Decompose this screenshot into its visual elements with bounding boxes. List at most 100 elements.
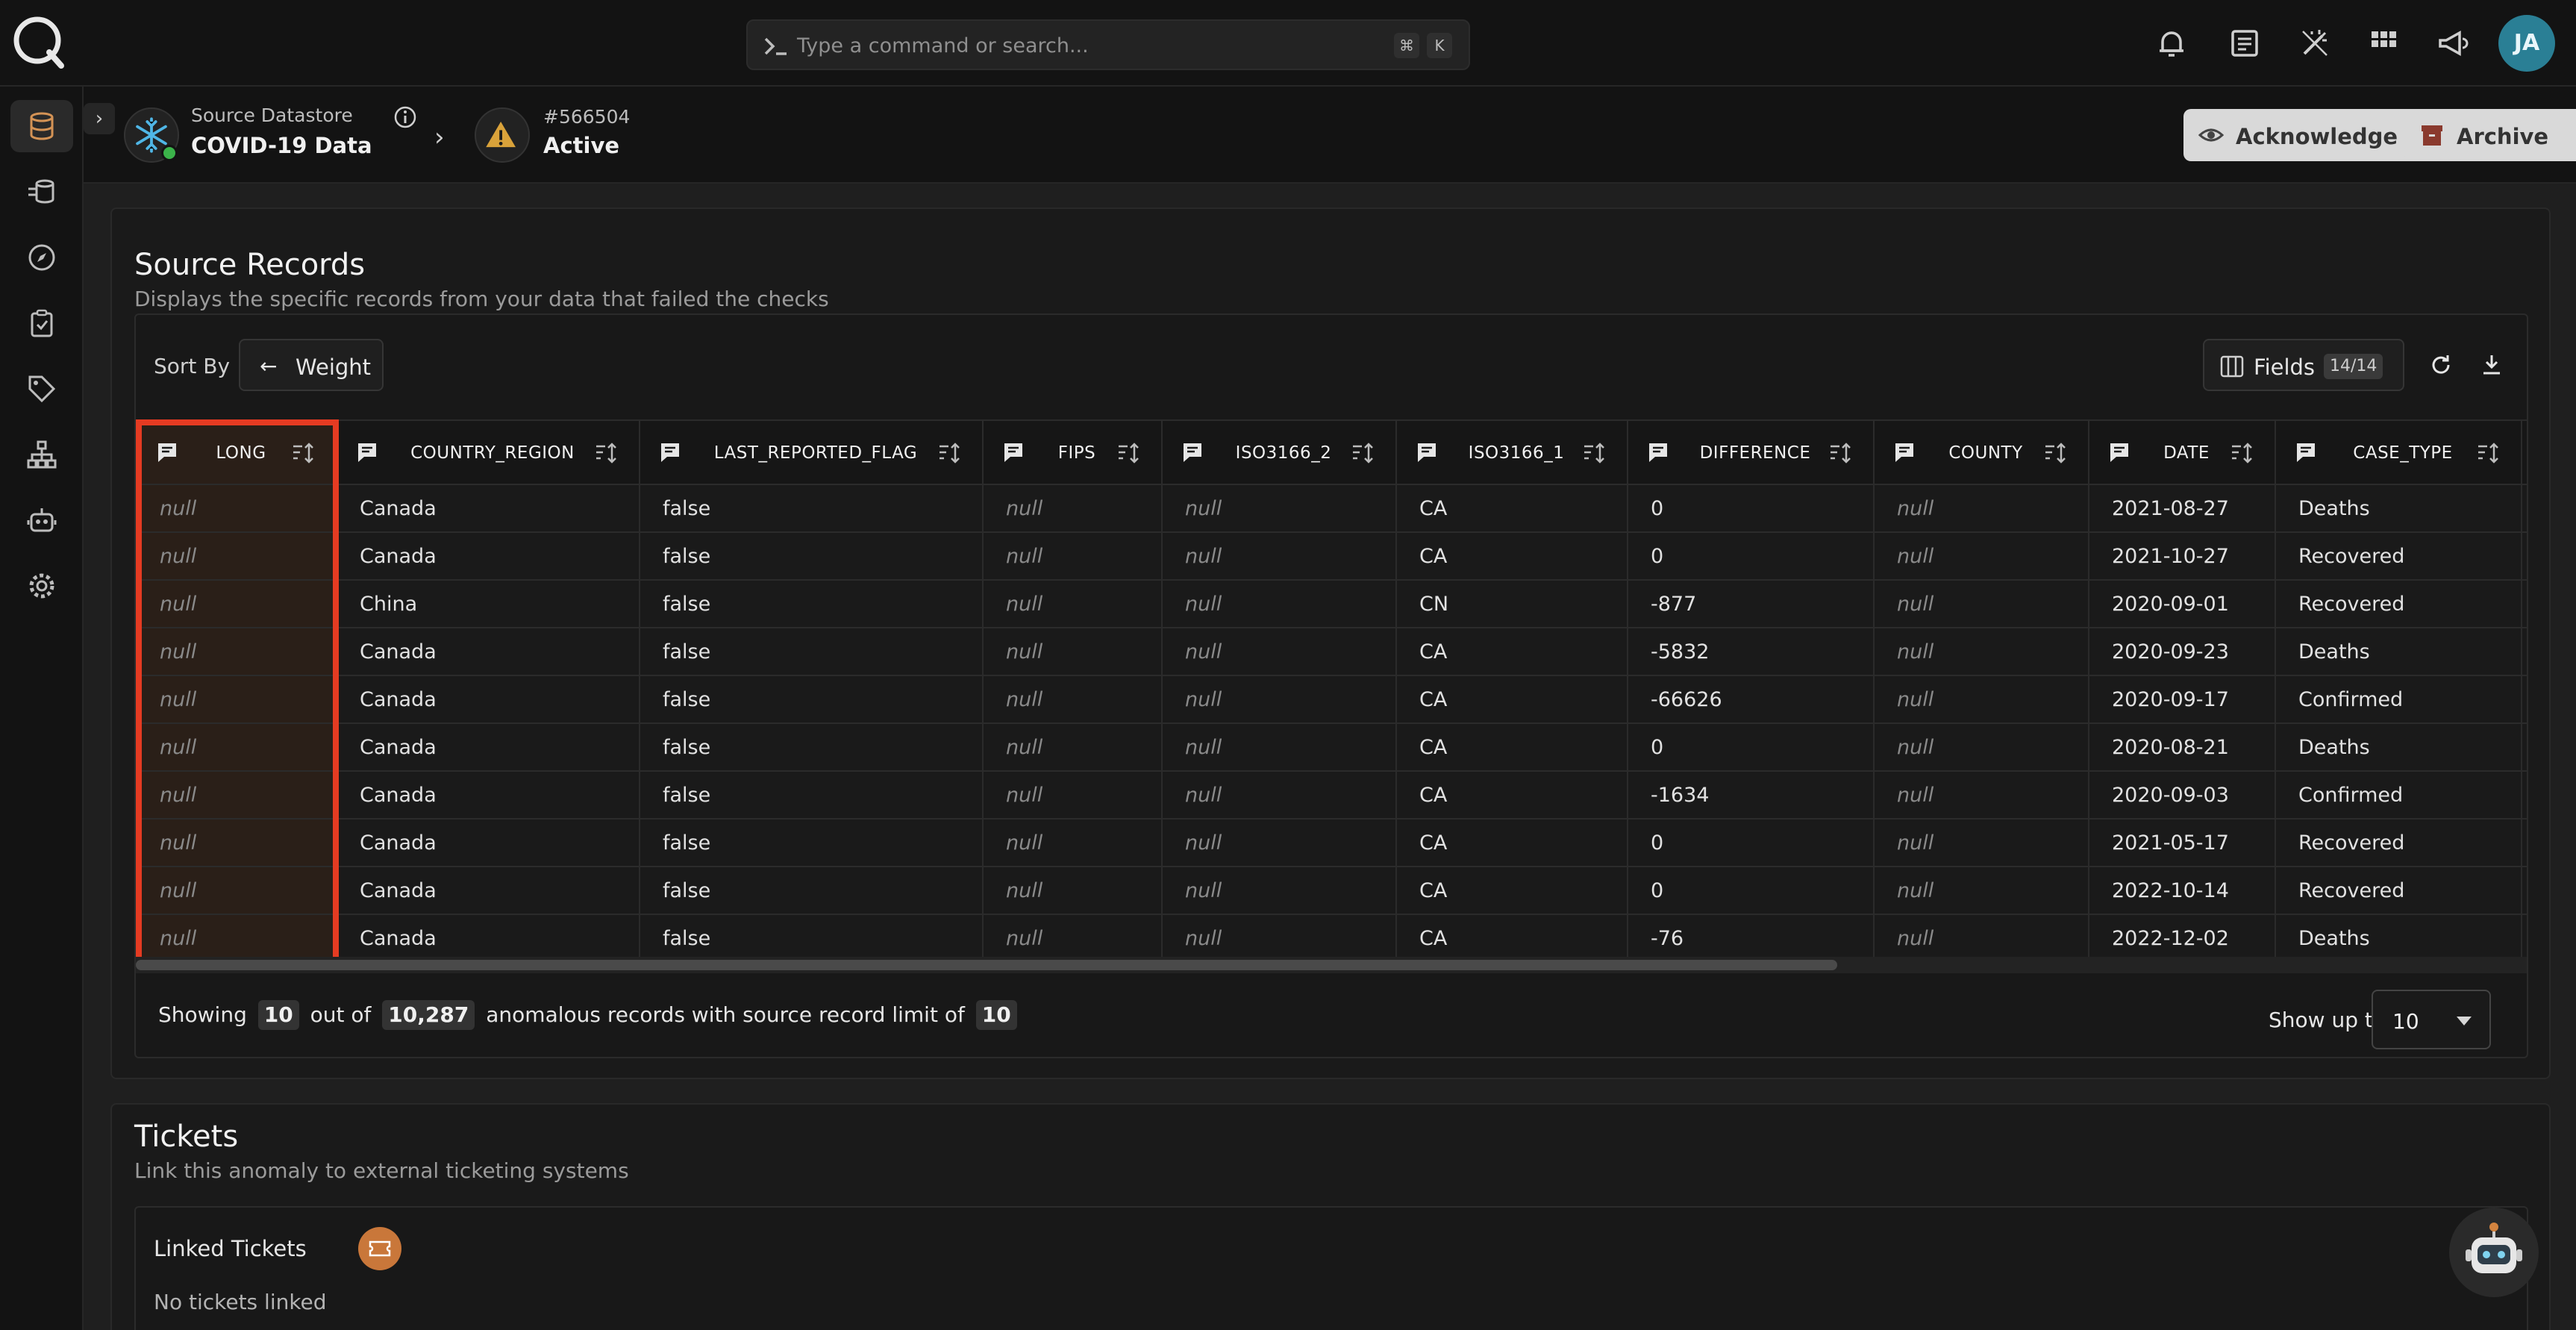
show-up-to-select[interactable]: 10: [2372, 990, 2491, 1049]
table-cell: false: [639, 531, 984, 581]
table-cell: Canada: [336, 627, 640, 676]
acknowledge-button[interactable]: Acknowledge: [2183, 109, 2439, 161]
table-cell: null: [982, 531, 1163, 581]
table-row[interactable]: null Canada false null null CA -66626 null 2020-…: [136, 675, 2527, 724]
table-cell: Canada: [336, 866, 640, 915]
app-logo-icon[interactable]: [10, 13, 67, 70]
table-cell: Canada: [336, 722, 640, 772]
magic-wand-icon[interactable]: [2297, 25, 2333, 61]
info-icon[interactable]: [393, 104, 418, 130]
sort-icon[interactable]: [2230, 440, 2255, 466]
column-header-country-region[interactable]: COUNTRY_REGION: [336, 419, 640, 485]
datastore-name-link[interactable]: COVID-19 Data: [191, 133, 372, 158]
sort-icon[interactable]: [1582, 440, 1607, 466]
table-cell: null: [1873, 484, 2089, 533]
table-row[interactable]: null Canada false null null CA -5832 null 2020-0…: [136, 627, 2527, 676]
terminal-icon: [764, 37, 787, 55]
bell-icon[interactable]: [2154, 25, 2189, 61]
table-cell-overflow: [2521, 675, 2527, 724]
sort-icon[interactable]: [1351, 440, 1376, 466]
table-row[interactable]: null Canada false null null CA -1634 null 2020-0…: [136, 770, 2527, 819]
table-cell: 0: [1627, 866, 1875, 915]
table-cell: null: [1873, 914, 2089, 957]
table-cell: null: [136, 818, 337, 867]
table-row[interactable]: null China false null null CN -877 null 2020-09-…: [136, 579, 2527, 628]
table-cell: CA: [1395, 627, 1628, 676]
sort-icon[interactable]: [594, 440, 619, 466]
table-row[interactable]: null Canada false null null CA 0 null 2020-08-21…: [136, 722, 2527, 772]
column-header-date[interactable]: DATE: [2088, 419, 2276, 485]
table-row[interactable]: null Canada false null null CA -76 null 2022-12-…: [136, 914, 2527, 957]
table-cell: null: [982, 770, 1163, 819]
sort-icon[interactable]: [291, 440, 316, 466]
table-row[interactable]: null Canada false null null CA 0 null 2021-05-17…: [136, 818, 2527, 867]
nav-datastores[interactable]: [10, 100, 73, 152]
archive-button[interactable]: Archive: [2404, 109, 2576, 161]
horizontal-scrollbar[interactable]: [136, 957, 2527, 973]
nav-hierarchy[interactable]: [10, 428, 73, 481]
assistant-bot-button[interactable]: [2449, 1208, 2539, 1297]
column-header-iso3166-2[interactable]: ISO3166_2: [1161, 419, 1397, 485]
table-cell: -1634: [1627, 770, 1875, 819]
column-header-difference[interactable]: DIFFERENCE: [1627, 419, 1875, 485]
megaphone-icon[interactable]: [2434, 25, 2470, 61]
download-icon[interactable]: [2479, 352, 2504, 378]
show-up-to-label: Show up to: [2269, 1008, 2386, 1032]
table-cell-overflow: [2521, 866, 2527, 915]
nav-explore[interactable]: [10, 231, 73, 284]
table-cell-overflow: [2521, 627, 2527, 676]
user-avatar[interactable]: JA: [2498, 15, 2555, 72]
expand-sidebar-chevron-icon[interactable]: ›: [84, 103, 115, 134]
nav-tags[interactable]: [10, 363, 73, 415]
ticket-icon[interactable]: [358, 1227, 401, 1270]
table-cell: null: [1873, 770, 2089, 819]
column-header-fips[interactable]: FIPS: [982, 419, 1163, 485]
sort-icon[interactable]: [2043, 440, 2069, 466]
table-row[interactable]: null Canada false null null CA 0 null 2021-08-27…: [136, 484, 2527, 533]
apps-grid-icon[interactable]: [2366, 25, 2401, 61]
fields-button[interactable]: Fields 14/14: [2203, 339, 2404, 391]
column-header-last-reported-flag[interactable]: LAST_REPORTED_FLAG: [639, 419, 984, 485]
table-cell: -5832: [1627, 627, 1875, 676]
search-placeholder: Type a command or search...: [797, 34, 1089, 57]
robot-icon: [27, 508, 57, 532]
nav-checks[interactable]: [10, 297, 73, 349]
table-cell: null: [982, 675, 1163, 724]
table-cell: Deaths: [2275, 722, 2522, 772]
sort-icon[interactable]: [937, 440, 963, 466]
table-cell: null: [1161, 484, 1397, 533]
table-cell: CA: [1395, 675, 1628, 724]
sort-weight-button[interactable]: ← Weight: [239, 339, 384, 391]
table-cell: Canada: [336, 770, 640, 819]
column-header-case-type[interactable]: CASE_TYPE: [2275, 419, 2522, 485]
table-cell-overflow: [2521, 579, 2527, 628]
column-header-iso3166-1[interactable]: ISO3166_1: [1395, 419, 1628, 485]
nav-agents[interactable]: [10, 494, 73, 546]
warning-triangle-icon: [475, 107, 530, 163]
table-row[interactable]: null Canada false null null CA 0 null 2022-10-14…: [136, 866, 2527, 915]
nav-settings[interactable]: [10, 560, 73, 612]
source-records-table: LONG COUNTRY_REGION LAST_REPORTED_FLAG FIPS…: [136, 419, 2527, 957]
source-records-title: Source Records: [134, 248, 366, 282]
column-header-county[interactable]: COUNTY: [1873, 419, 2089, 485]
sort-icon[interactable]: [1828, 440, 1854, 466]
table-cell: CN: [1395, 579, 1628, 628]
refresh-icon[interactable]: [2428, 352, 2454, 378]
table-row[interactable]: null Canada false null null CA 0 null 2021-10-27…: [136, 531, 2527, 581]
sort-icon[interactable]: [1116, 440, 1142, 466]
document-icon[interactable]: [2227, 25, 2263, 61]
table-cell: null: [982, 627, 1163, 676]
database-flow-icon: [28, 179, 54, 204]
nav-flows[interactable]: [10, 166, 73, 218]
eye-icon: [2198, 128, 2224, 142]
tickets-card: Tickets Link this anomaly to external ti…: [110, 1103, 2551, 1330]
sort-icon[interactable]: [2476, 440, 2501, 466]
scrollbar-thumb[interactable]: [136, 960, 1837, 970]
showing-count: 10: [257, 1000, 299, 1030]
table-cell: false: [639, 914, 984, 957]
column-header-long[interactable]: LONG: [136, 419, 337, 485]
table-cell: 0: [1627, 722, 1875, 772]
command-search-input[interactable]: Type a command or search... ⌘ K: [746, 19, 1470, 70]
table-cell: null: [136, 866, 337, 915]
source-records-table-scroll[interactable]: LONG COUNTRY_REGION LAST_REPORTED_FLAG FIPS…: [136, 419, 2527, 957]
